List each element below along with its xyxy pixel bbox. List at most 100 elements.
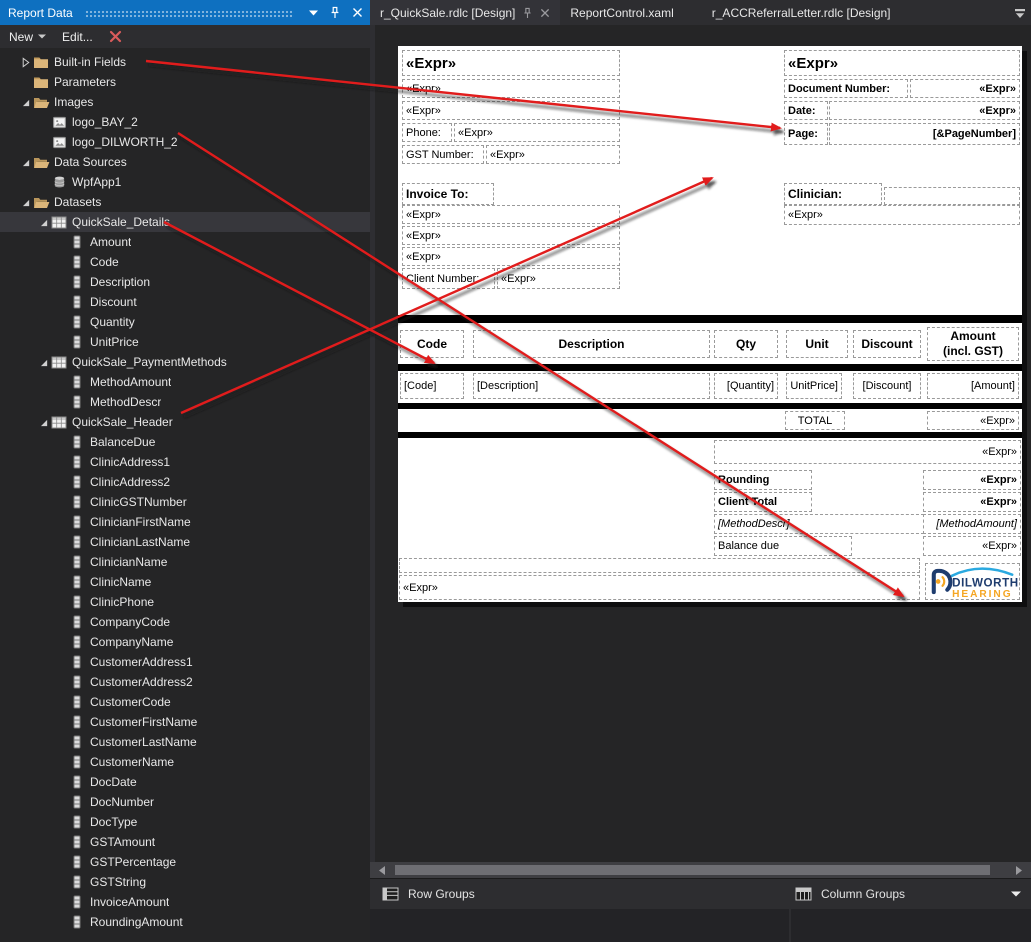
page-label[interactable]: Page: (784, 123, 828, 145)
client-number-label[interactable]: Client Number: (402, 268, 495, 289)
customer-address1-textbox[interactable]: «Expr» (402, 226, 620, 245)
report-page[interactable]: «Expr» «Expr» «Expr» Phone: «Expr» GST N… (398, 46, 1022, 602)
footer-spacer-textbox[interactable] (399, 558, 920, 573)
balance-due-label[interactable]: Balance due (714, 536, 852, 556)
tree-item-companyname[interactable]: CompanyName (0, 632, 370, 652)
phone-label[interactable]: Phone: (402, 123, 452, 142)
footer-expr-textbox[interactable]: «Expr» (399, 575, 920, 600)
clinic-address1-textbox[interactable]: «Expr» (402, 79, 620, 98)
unitprice-cell[interactable]: UnitPrice] (786, 373, 842, 399)
expander-expanded-icon[interactable] (36, 357, 50, 368)
new-button[interactable]: New (9, 30, 47, 44)
expander-expanded-icon[interactable] (18, 97, 32, 108)
tree-item-customercode[interactable]: CustomerCode (0, 692, 370, 712)
discount-cell[interactable]: [Discount] (853, 373, 921, 399)
tree-item-companycode[interactable]: CompanyCode (0, 612, 370, 632)
row-groups-section[interactable]: Row Groups (382, 879, 475, 909)
qty-column-header[interactable]: Qty (714, 330, 778, 358)
description-column-header[interactable]: Description (473, 330, 710, 358)
code-column-header[interactable]: Code (400, 330, 464, 358)
date-label[interactable]: Date: (784, 101, 828, 120)
expander-expanded-icon[interactable] (36, 417, 50, 428)
tree-item-clinicaddress1[interactable]: ClinicAddress1 (0, 452, 370, 472)
dilworth-logo-imagebox[interactable]: DILWORTH HEARING (925, 563, 1020, 600)
clinic-address2-textbox[interactable]: «Expr» (402, 101, 620, 120)
design-surface[interactable]: «Expr» «Expr» «Expr» Phone: «Expr» GST N… (370, 25, 1031, 862)
description-cell[interactable]: [Description] (473, 373, 710, 399)
tree-item-customername[interactable]: CustomerName (0, 752, 370, 772)
date-value-textbox[interactable]: «Expr» (829, 101, 1020, 120)
tree-item-quantity[interactable]: Quantity (0, 312, 370, 332)
gst-number-label[interactable]: GST Number: (402, 145, 484, 164)
tree-item-customeraddress1[interactable]: CustomerAddress1 (0, 652, 370, 672)
tree-item-clinicianfirstname[interactable]: ClinicianFirstName (0, 512, 370, 532)
tree-item-code[interactable]: Code (0, 252, 370, 272)
tree-item-quicksale-paymentmethods[interactable]: QuickSale_PaymentMethods (0, 352, 370, 372)
expander-expanded-icon[interactable] (18, 197, 32, 208)
tree-item-data-sources[interactable]: Data Sources (0, 152, 370, 172)
rounding-label[interactable]: Rounding (714, 470, 812, 490)
tree-item-logo-dilworth-2[interactable]: logo_DILWORTH_2 (0, 132, 370, 152)
tree-item-amount[interactable]: Amount (0, 232, 370, 252)
customer-address2-textbox[interactable]: «Expr» (402, 247, 620, 266)
tree-item-unitprice[interactable]: UnitPrice (0, 332, 370, 352)
tree-item-clinicianname[interactable]: ClinicianName (0, 552, 370, 572)
invoice-to-label[interactable]: Invoice To: (402, 183, 494, 205)
tree-item-description[interactable]: Description (0, 272, 370, 292)
tree-item-customeraddress2[interactable]: CustomerAddress2 (0, 672, 370, 692)
tab-reportcontrol-xaml[interactable]: ReportControl.xaml (560, 0, 683, 25)
customer-name-textbox[interactable]: «Expr» (402, 205, 620, 224)
tree-item-gstpercentage[interactable]: GSTPercentage (0, 852, 370, 872)
amount-column-header[interactable]: Amount (incl. GST) (927, 327, 1019, 361)
row-groups-pane[interactable] (370, 909, 789, 942)
tab-close-icon[interactable] (540, 8, 550, 18)
tree-item-quicksale-details[interactable]: QuickSale_Details (0, 212, 370, 232)
unit-column-header[interactable]: Unit (786, 330, 848, 358)
tree-item-roundingamount[interactable]: RoundingAmount (0, 912, 370, 932)
doc-type-textbox[interactable]: «Expr» (784, 50, 1020, 76)
edit-button[interactable]: Edit... (62, 30, 93, 44)
document-number-value-textbox[interactable]: «Expr» (910, 79, 1020, 98)
clinic-name-textbox[interactable]: «Expr» (402, 50, 620, 76)
active-files-dropdown-icon[interactable] (1014, 6, 1026, 24)
document-number-label[interactable]: Document Number: (784, 79, 908, 98)
gst-number-value-textbox[interactable]: «Expr» (486, 145, 620, 164)
discount-column-header[interactable]: Discount (853, 330, 921, 358)
tree-item-customerlastname[interactable]: CustomerLastName (0, 732, 370, 752)
code-cell[interactable]: [Code] (400, 373, 464, 399)
column-groups-section[interactable]: Column Groups (795, 879, 905, 909)
panel-pin-icon[interactable] (326, 4, 344, 22)
tab-r-quicksale-rdlc-design[interactable]: r_QuickSale.rdlc [Design] (370, 0, 561, 25)
method-amount-cell[interactable]: [MethodAmount] (923, 514, 1021, 534)
scroll-right-arrow-icon[interactable] (1014, 865, 1024, 875)
tree-item-docdate[interactable]: DocDate (0, 772, 370, 792)
balance-due-value-textbox[interactable]: «Expr» (923, 536, 1021, 556)
tree-item-methodamount[interactable]: MethodAmount (0, 372, 370, 392)
method-descr-cell[interactable]: [MethodDescr] (714, 514, 924, 534)
client-total-label[interactable]: Client Total (714, 492, 812, 512)
tree-item-datasets[interactable]: Datasets (0, 192, 370, 212)
delete-button[interactable] (109, 30, 122, 43)
tree-item-docnumber[interactable]: DocNumber (0, 792, 370, 812)
expander-expanded-icon[interactable] (36, 217, 50, 228)
phone-value-textbox[interactable]: «Expr» (454, 123, 620, 142)
horizontal-scrollbar[interactable] (370, 862, 1031, 878)
clinician-value-textbox[interactable]: «Expr» (784, 205, 1020, 225)
tab-pin-icon[interactable] (522, 7, 533, 19)
tree-item-built-in-fields[interactable]: Built-in Fields (0, 52, 370, 72)
total-value-textbox[interactable]: «Expr» (927, 411, 1019, 430)
client-total-value-textbox[interactable]: «Expr» (923, 492, 1021, 512)
rounding-value-textbox[interactable]: «Expr» (923, 470, 1021, 490)
column-groups-pane[interactable] (791, 909, 1031, 942)
tree-item-logo-bay-2[interactable]: logo_BAY_2 (0, 112, 370, 132)
tree-item-quicksale-header[interactable]: QuickSale_Header (0, 412, 370, 432)
tree-item-gststring[interactable]: GSTString (0, 872, 370, 892)
tree-item-clinicphone[interactable]: ClinicPhone (0, 592, 370, 612)
expander-expanded-icon[interactable] (18, 157, 32, 168)
tree-item-discount[interactable]: Discount (0, 292, 370, 312)
quantity-cell[interactable]: [Quantity] (714, 373, 778, 399)
tree-item-wpfapp1[interactable]: WpfApp1 (0, 172, 370, 192)
amount-cell[interactable]: [Amount] (927, 373, 1019, 399)
tab-r-accreferralletter-rdlc-design[interactable]: r_ACCReferralLetter.rdlc [Design] (702, 0, 901, 25)
panel-close-icon[interactable] (348, 4, 366, 22)
